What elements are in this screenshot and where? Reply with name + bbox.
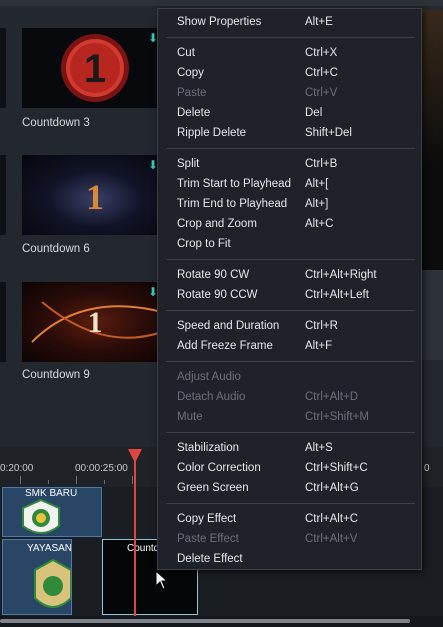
menu-item-color-correction[interactable]: Color Correction Ctrl+Shift+C <box>177 458 407 478</box>
menu-item-rotate-cw[interactable]: Rotate 90 CW Ctrl+Alt+Right <box>177 265 407 285</box>
countdown-3-preview: 1 <box>61 34 129 102</box>
menu-item-crop-to-fit[interactable]: Crop to Fit <box>177 234 407 254</box>
clip-label: Countd <box>127 543 160 554</box>
menu-item-copy[interactable]: Copy Ctrl+C <box>177 63 407 83</box>
svg-text:1: 1 <box>84 47 106 91</box>
media-label: Countdown 6 <box>22 243 90 255</box>
menu-item-trim-end[interactable]: Trim End to Playhead Alt+] <box>177 194 407 214</box>
prev-thumb-edge <box>0 282 6 362</box>
menu-separator <box>166 37 415 38</box>
media-label: Countdown 9 <box>22 369 90 381</box>
menu-item-add-freeze-frame[interactable]: Add Freeze Frame Alt+F <box>177 336 407 356</box>
timeline-clip-yayasan[interactable]: YAYASAN <box>2 539 72 615</box>
menu-item-paste: Paste Ctrl+V <box>177 87 338 99</box>
panel-edge <box>422 270 443 360</box>
menu-item-green-screen[interactable]: Green Screen Ctrl+Alt+G <box>177 478 407 498</box>
menu-item-speed-and-duration[interactable]: Speed and Duration Ctrl+R <box>177 316 407 336</box>
media-thumbnail-countdown-6[interactable]: 1 <box>22 155 168 235</box>
ruler-time: 0:20:00 <box>0 463 34 474</box>
timeline-scrollbar[interactable] <box>0 616 443 627</box>
menu-item-show-properties[interactable]: Show Properties Alt+E <box>177 12 407 32</box>
prev-thumb-edge <box>0 155 6 235</box>
panel-top-bar <box>0 0 443 6</box>
menu-item-stabilization[interactable]: Stabilization Alt+S <box>177 438 407 458</box>
prev-thumb-edge <box>0 28 6 108</box>
ruler-time: 0 <box>424 463 430 474</box>
school-logo-icon <box>22 498 60 534</box>
playhead-line[interactable] <box>134 460 136 616</box>
ruler-tick <box>132 476 133 484</box>
svg-text:1: 1 <box>88 306 103 339</box>
menu-separator <box>166 148 415 149</box>
menu-separator <box>166 503 415 504</box>
menu-item-split[interactable]: Split Ctrl+B <box>177 154 407 174</box>
menu-item-crop-and-zoom[interactable]: Crop and Zoom Alt+C <box>177 214 407 234</box>
menu-item-trim-start[interactable]: Trim Start to Playhead Alt+[ <box>177 174 407 194</box>
countdown-9-preview: 1 <box>31 301 163 343</box>
ruler-tick <box>48 480 49 484</box>
menu-item-copy-effect[interactable]: Copy Effect Ctrl+Alt+C <box>177 509 407 529</box>
menu-separator <box>166 432 415 433</box>
context-menu: Show Properties Alt+E Cut Ctrl+X Copy Ctrl+… <box>157 8 422 570</box>
scrollbar-thumb[interactable] <box>0 619 410 623</box>
media-thumbnail-countdown-3[interactable]: 1 <box>22 28 168 108</box>
menu-item-rotate-ccw[interactable]: Rotate 90 CCW Ctrl+Alt+Left <box>177 285 407 305</box>
clip-label: YAYASAN <box>27 543 72 554</box>
svg-text:1: 1 <box>86 177 104 217</box>
menu-item-detach-audio: Detach Audio Ctrl+Alt+D <box>177 391 359 403</box>
menu-item-delete[interactable]: Delete Del <box>177 103 407 123</box>
menu-item-adjust-audio: Adjust Audio <box>177 371 241 383</box>
menu-separator <box>166 259 415 260</box>
menu-item-cut[interactable]: Cut Ctrl+X <box>177 43 407 63</box>
ruler-tick <box>104 480 105 484</box>
mouse-cursor-icon <box>155 570 169 590</box>
ruler-time: 00:00:25:00 <box>75 463 128 474</box>
menu-separator <box>166 310 415 311</box>
ruler-tick <box>76 476 77 484</box>
menu-item-mute: Mute Ctrl+Shift+M <box>177 411 369 423</box>
menu-item-delete-effect[interactable]: Delete Effect <box>177 549 407 569</box>
countdown-6-preview: 1 <box>86 177 104 217</box>
media-label: Countdown 3 <box>22 117 90 129</box>
ruler-tick <box>20 476 21 484</box>
menu-item-ripple-delete[interactable]: Ripple Delete Shift+Del <box>177 123 407 143</box>
foundation-logo-icon <box>34 558 71 608</box>
menu-item-paste-effect: Paste Effect Ctrl+Alt+V <box>177 533 358 545</box>
preview-window-edge <box>422 10 443 270</box>
menu-separator <box>166 361 415 362</box>
media-thumbnail-countdown-9[interactable]: 1 <box>22 282 168 362</box>
timeline-clip-smk-baru[interactable]: SMK BARU <box>2 487 102 537</box>
